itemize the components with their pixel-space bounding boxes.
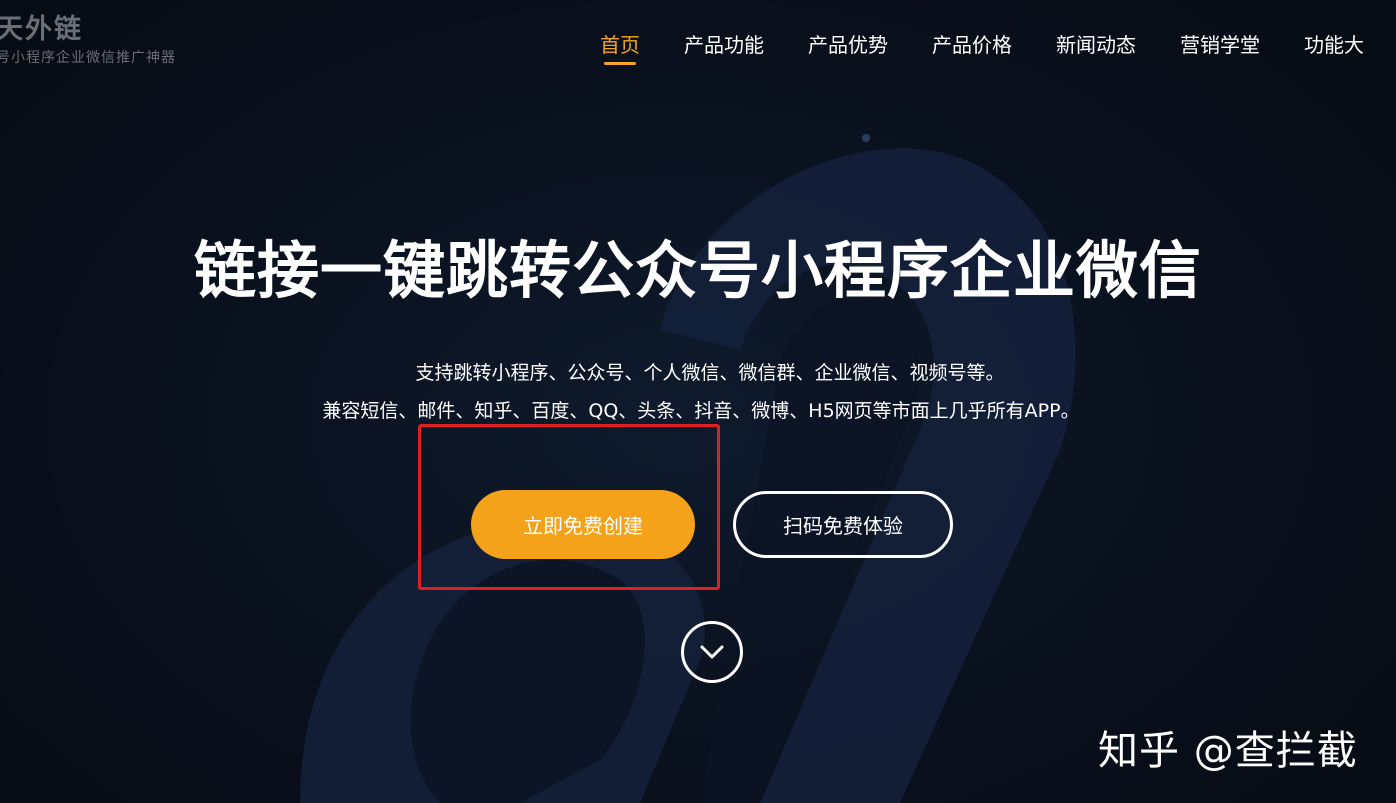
nav-item-home[interactable]: 首页 <box>600 31 640 65</box>
hero-title: 链接一键跳转公众号小程序企业微信 <box>193 234 1202 307</box>
brand-tagline: 号小程序企业微信推广神器 <box>0 50 176 66</box>
hero-subtitle-line1: 支持跳转小程序、公众号、个人微信、微信群、企业微信、视频号等。 <box>415 362 1005 384</box>
chevron-down-icon <box>700 645 724 659</box>
nav-item-function-list[interactable]: 功能大 <box>1304 31 1364 59</box>
brand-name: 天外链 <box>0 14 83 45</box>
brand-logo[interactable]: 天外链 号小程序企业微信推广神器 <box>0 14 176 67</box>
nav-item-academy[interactable]: 营销学堂 <box>1180 31 1260 59</box>
nav-item-pricing[interactable]: 产品价格 <box>932 31 1012 59</box>
nav-item-advantages[interactable]: 产品优势 <box>808 31 888 59</box>
top-nav: 首页 产品功能 产品优势 产品价格 新闻动态 营销学堂 功能大 <box>600 31 1396 65</box>
watermark-text: 知乎 @查拦截 <box>1098 728 1358 774</box>
scroll-down-button[interactable] <box>681 621 743 683</box>
nav-item-features[interactable]: 产品功能 <box>684 31 764 59</box>
nav-item-news[interactable]: 新闻动态 <box>1056 31 1136 59</box>
create-free-button[interactable]: 立即免费创建 <box>471 490 695 559</box>
scan-trial-button[interactable]: 扫码免费体验 <box>733 491 953 558</box>
